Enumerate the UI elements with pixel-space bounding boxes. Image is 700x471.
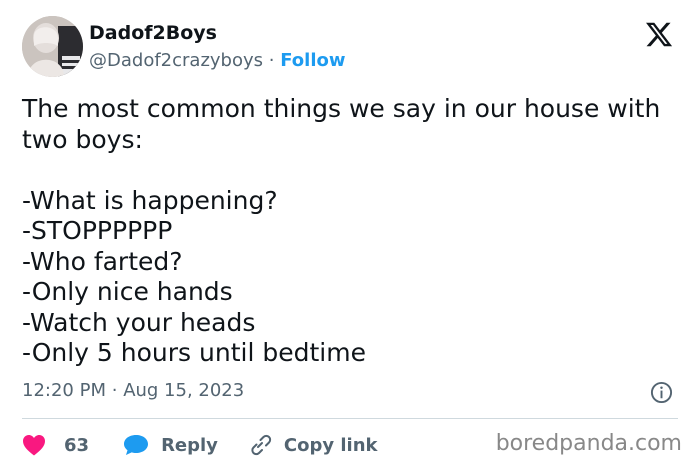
user-handle[interactable]: @Dadof2crazyboys — [89, 50, 263, 71]
avatar[interactable] — [22, 16, 83, 77]
display-name[interactable]: Dadof2Boys — [89, 22, 217, 44]
reply-button[interactable]: Reply — [123, 434, 218, 456]
tweet-line: -Who farted? — [22, 246, 183, 276]
reply-label: Reply — [161, 434, 218, 456]
tweet-text: The most common things we say in our hou… — [22, 94, 682, 369]
tweet-line: -Only nice hands — [22, 277, 233, 306]
tweet-time: 12:20 PM — [22, 380, 106, 401]
link-icon — [251, 434, 272, 456]
info-icon[interactable] — [650, 381, 673, 404]
tweet-line: -Only 5 hours until bedtime — [22, 338, 366, 367]
separator-dot: · — [111, 380, 118, 401]
like-count: 63 — [64, 434, 90, 456]
tweet-line: -STOPPPPPP — [22, 216, 173, 245]
copy-link-label: Copy link — [283, 434, 378, 456]
tweet-actions: 63 Reply Copy link — [22, 430, 378, 460]
tweet-timestamp[interactable]: 12:20 PM · Aug 15, 2023 — [22, 380, 244, 401]
like-button[interactable]: 63 — [22, 434, 89, 456]
reply-bubble-icon — [124, 435, 149, 455]
avatar-photo — [22, 16, 83, 77]
tweet-date: Aug 15, 2023 — [123, 380, 245, 401]
copy-link-button[interactable]: Copy link — [248, 433, 378, 457]
tweet-line: -What is happening? — [22, 185, 278, 215]
tweet-intro: The most common things we say in our hou… — [22, 94, 661, 154]
watermark: boredpanda.com — [495, 431, 682, 456]
follow-button[interactable]: Follow — [280, 50, 345, 71]
user-handle-row: @Dadof2crazyboys · Follow — [89, 50, 346, 71]
separator-dot: · — [268, 50, 275, 71]
heart-icon — [23, 435, 45, 456]
x-logo-icon[interactable] — [643, 20, 675, 49]
tweet-line: -Watch your heads — [22, 307, 256, 337]
divider — [22, 418, 678, 419]
